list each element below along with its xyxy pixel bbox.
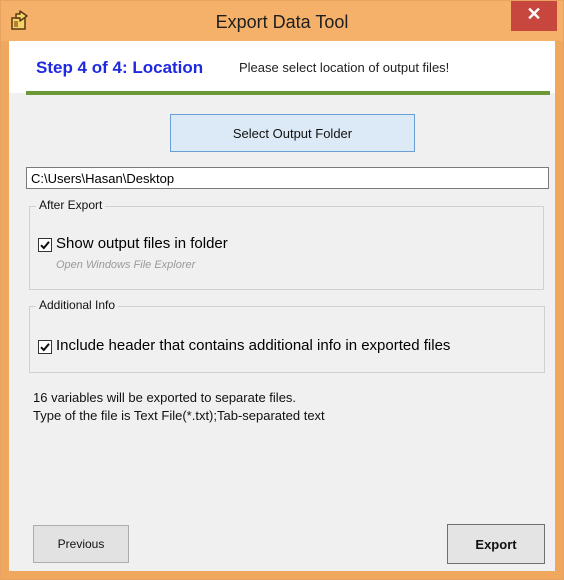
select-output-folder-label: Select Output Folder	[232, 126, 353, 141]
select-output-folder-button[interactable]: Select Output Folder	[170, 114, 415, 152]
window-title: Export Data Tool	[215, 12, 349, 32]
additional-info-title: Additional Info	[36, 298, 119, 312]
dialog-body: Step 4 of 4: Location Please select loca…	[9, 41, 555, 571]
show-output-files-checkbox[interactable]	[38, 238, 52, 252]
previous-label: Previous	[57, 537, 105, 551]
after-export-group: After Export Show output files in folder…	[29, 198, 544, 290]
checkmark-icon	[40, 343, 50, 352]
previous-button[interactable]: Previous	[33, 525, 129, 563]
show-output-files-hint: Open Windows File Explorer	[56, 259, 196, 271]
wizard-header: Step 4 of 4: Location Please select loca…	[9, 41, 555, 93]
close-button[interactable]: ✕	[511, 1, 557, 31]
export-label: Export	[475, 537, 517, 552]
show-output-files-label[interactable]: Show output files in folder	[56, 235, 228, 252]
close-icon: ✕	[526, 4, 542, 24]
title-bar: Export Data Tool ✕	[1, 1, 563, 41]
step-title: Step 4 of 4: Location	[36, 58, 204, 77]
step-description: Please select location of output files!	[239, 60, 450, 75]
summary-filetype-text: Type of the file is Text File(*.txt);Tab…	[33, 408, 325, 423]
header-divider	[26, 91, 550, 95]
additional-info-group: Additional Info Include header that cont…	[29, 298, 545, 373]
include-header-label[interactable]: Include header that contains additional …	[56, 337, 450, 354]
summary-variables-text: 16 variables will be exported to separat…	[33, 390, 297, 405]
export-dialog: Export Data Tool ✕ Step 4 of 4: Location…	[0, 0, 564, 580]
include-header-checkbox[interactable]	[38, 340, 52, 354]
after-export-title: After Export	[36, 198, 106, 212]
export-button[interactable]: Export	[447, 524, 545, 564]
output-path-field[interactable]	[26, 167, 549, 189]
checkmark-icon	[40, 241, 50, 250]
